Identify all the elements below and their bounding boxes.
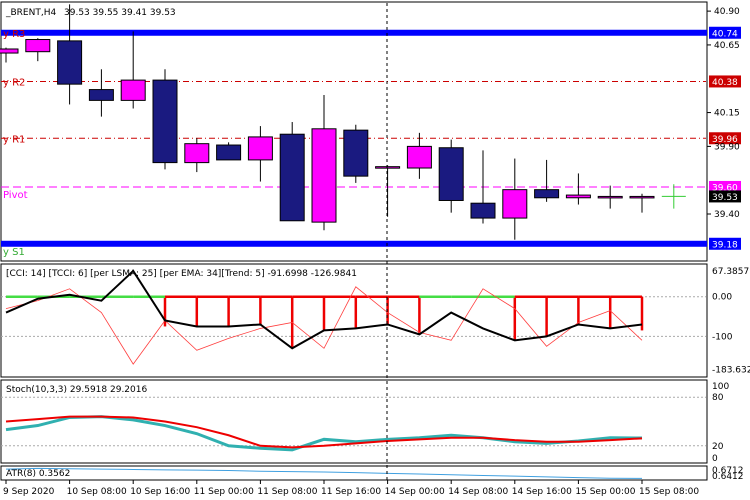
candle-body [406, 145, 432, 169]
candlesticks [0, 4, 686, 240]
level-label: y R3 [3, 29, 25, 40]
price-tick-label: 39.40 [714, 210, 740, 220]
atr-axis-label: 0.6412 [712, 472, 744, 482]
cci-axis-label: -183.632 [712, 366, 750, 376]
time-axis: 9 Sep 2020 10 Sep 08:00 10 Sep 16:00 11 Sep… [3, 480, 699, 497]
candle-body [152, 79, 178, 164]
level-band [1, 240, 707, 247]
candle-body [629, 195, 655, 199]
candle-body [120, 79, 146, 101]
ohlc-label: 39.53 39.55 39.41 39.53 [64, 8, 176, 18]
cci-pane-frame [0, 263, 708, 378]
candle-body [502, 189, 528, 219]
candle-body [247, 136, 273, 161]
stoch-axis-label: 0 [712, 454, 718, 464]
price-tick-label: 39.90 [714, 142, 740, 152]
price-tick-label: 40.15 [714, 109, 740, 119]
time-tick-label: 10 Sep 16:00 [130, 487, 190, 497]
current-price-label: 39.53 [712, 193, 738, 203]
level-band [1, 29, 707, 36]
symbol-label: _BRENT,H4 [5, 8, 56, 18]
price-chart[interactable]: y R3 40.74y R2 40.38y R1 39.96Pivot39.60y S… [0, 0, 750, 500]
level-label: y R2 [3, 77, 25, 88]
time-tick-label: 11 Sep 00:00 [194, 487, 254, 497]
candle-body [25, 39, 51, 53]
time-tick-label: 10 Sep 08:00 [67, 487, 127, 497]
time-tick-label: 14 Sep 00:00 [385, 487, 445, 497]
candle-body [0, 48, 19, 54]
cci-axis-label: -100 [712, 332, 733, 342]
stoch-axis-label: 20 [712, 442, 724, 452]
stoch-axis-label: 80 [712, 393, 724, 403]
candle-body [534, 189, 560, 199]
candle-body [311, 128, 337, 223]
candle-body [216, 144, 242, 161]
candle-body [565, 194, 591, 199]
price-tick-label: 40.90 [714, 7, 740, 17]
cci-axis-label: 67.3857 [712, 267, 749, 277]
stoch-label: Stoch(10,3,3) 29.5918 29.2016 [6, 385, 147, 395]
stoch-axis-label: 100 [712, 382, 729, 392]
candle-body [375, 166, 401, 169]
candle-body [343, 129, 369, 177]
level-price-label: 39.18 [712, 240, 738, 250]
candle-body [597, 195, 623, 199]
time-tick-label: 11 Sep 16:00 [321, 487, 381, 497]
pivot-levels: y R3 40.74y R2 40.38y R1 39.96Pivot39.60y S… [1, 26, 741, 258]
candle-body [438, 147, 464, 201]
atr-label: ATR(8) 0.3562 [6, 469, 70, 479]
time-tick-label: 15 Sep 08:00 [639, 487, 699, 497]
level-price-label: 40.38 [712, 78, 738, 88]
time-tick-label: 14 Sep 08:00 [448, 487, 508, 497]
candle-body [279, 133, 305, 222]
atr-line [5, 467, 643, 479]
time-tick-label: 9 Sep 2020 [3, 487, 55, 497]
level-label: Pivot [3, 190, 28, 201]
cci-axis-label: 0.00 [712, 293, 732, 303]
price-tick-label: 40.65 [714, 41, 740, 51]
time-tick-label: 14 Sep 16:00 [512, 487, 572, 497]
level-price-label: 40.74 [712, 29, 738, 39]
time-tick-label: 11 Sep 08:00 [257, 487, 317, 497]
candle-body [184, 143, 210, 164]
time-tick-label: 15 Sep 00:00 [575, 487, 635, 497]
candle-body [57, 40, 83, 85]
level-label: y R1 [3, 134, 25, 145]
candle-body [470, 202, 496, 219]
cci-label: [CCI: 14] [TCCI: 6] [per LSMA: 25] [per … [6, 269, 357, 279]
level-label: y S1 [3, 247, 25, 258]
candle-body [88, 89, 114, 101]
cci-indicator: 67.3857 0.00 -100 -183.632 [1, 267, 750, 376]
